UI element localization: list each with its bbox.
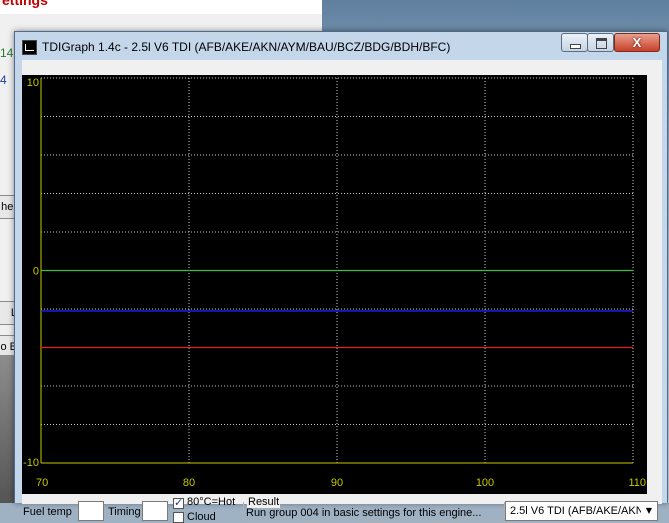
x-tick-label: 90 xyxy=(331,477,343,489)
background-number-2: 4 xyxy=(0,73,7,87)
hot-checkbox[interactable] xyxy=(173,496,184,509)
engine-select[interactable]: 2.5l V6 TDI (AFB/AKE/AKN ▼ xyxy=(505,501,658,521)
close-icon: X xyxy=(632,35,642,50)
x-tick-label: 80 xyxy=(183,477,195,489)
maximize-button[interactable] xyxy=(587,33,614,52)
dropdown-arrow-icon[interactable]: ▼ xyxy=(641,502,657,520)
timing-label: Timing xyxy=(108,506,141,518)
close-button[interactable]: X xyxy=(614,33,660,52)
client-area: 708090100110100-10 Fuel temp Timing 80°C… xyxy=(22,60,662,523)
result-text: Run group 004 in basic settings for this… xyxy=(246,507,482,519)
y-tick-label: -10 xyxy=(23,457,39,469)
window-title: TDIGraph 1.4c - 2.5l V6 TDI (AFB/AKE/AKN… xyxy=(42,40,451,54)
tdigraph-window: TDIGraph 1.4c - 2.5l V6 TDI (AFB/AKE/AKN… xyxy=(14,31,668,523)
graph-plot: 70 80 90 100 110 10 0 -10 xyxy=(22,75,647,494)
y-tick-label: 10 xyxy=(27,77,39,89)
background-number-1: 14 xyxy=(0,46,14,60)
cloud-checkbox[interactable] xyxy=(173,512,184,523)
title-bar[interactable]: TDIGraph 1.4c - 2.5l V6 TDI (AFB/AKE/AKN… xyxy=(15,32,667,60)
timing-field[interactable] xyxy=(142,501,168,521)
engine-select-value: 2.5l V6 TDI (AFB/AKE/AKN xyxy=(510,505,644,517)
x-tick-label: 100 xyxy=(476,477,494,489)
maximize-icon xyxy=(596,38,607,49)
hot-label: 80°C=Hot xyxy=(187,496,236,508)
result-group: Result Run group 004 in basic settings f… xyxy=(243,496,506,521)
background-title: ettings xyxy=(2,0,48,8)
cloud-label: Cloud xyxy=(187,511,216,523)
fuel-temp-label: Fuel temp xyxy=(23,506,72,518)
x-tick-label: 110 xyxy=(628,477,646,489)
graph-svg: 70 80 90 100 110100-10 xyxy=(23,77,646,489)
app-graph-icon[interactable] xyxy=(22,40,37,55)
desktop-wallpaper-left xyxy=(0,355,14,503)
fuel-temp-field[interactable] xyxy=(78,501,104,521)
y-tick-label: 0 xyxy=(33,266,39,278)
minimize-icon xyxy=(570,44,581,49)
x-tick-label: 70 xyxy=(36,477,48,489)
background-title-strip: ettings xyxy=(0,0,322,14)
minimize-button[interactable] xyxy=(561,33,588,52)
